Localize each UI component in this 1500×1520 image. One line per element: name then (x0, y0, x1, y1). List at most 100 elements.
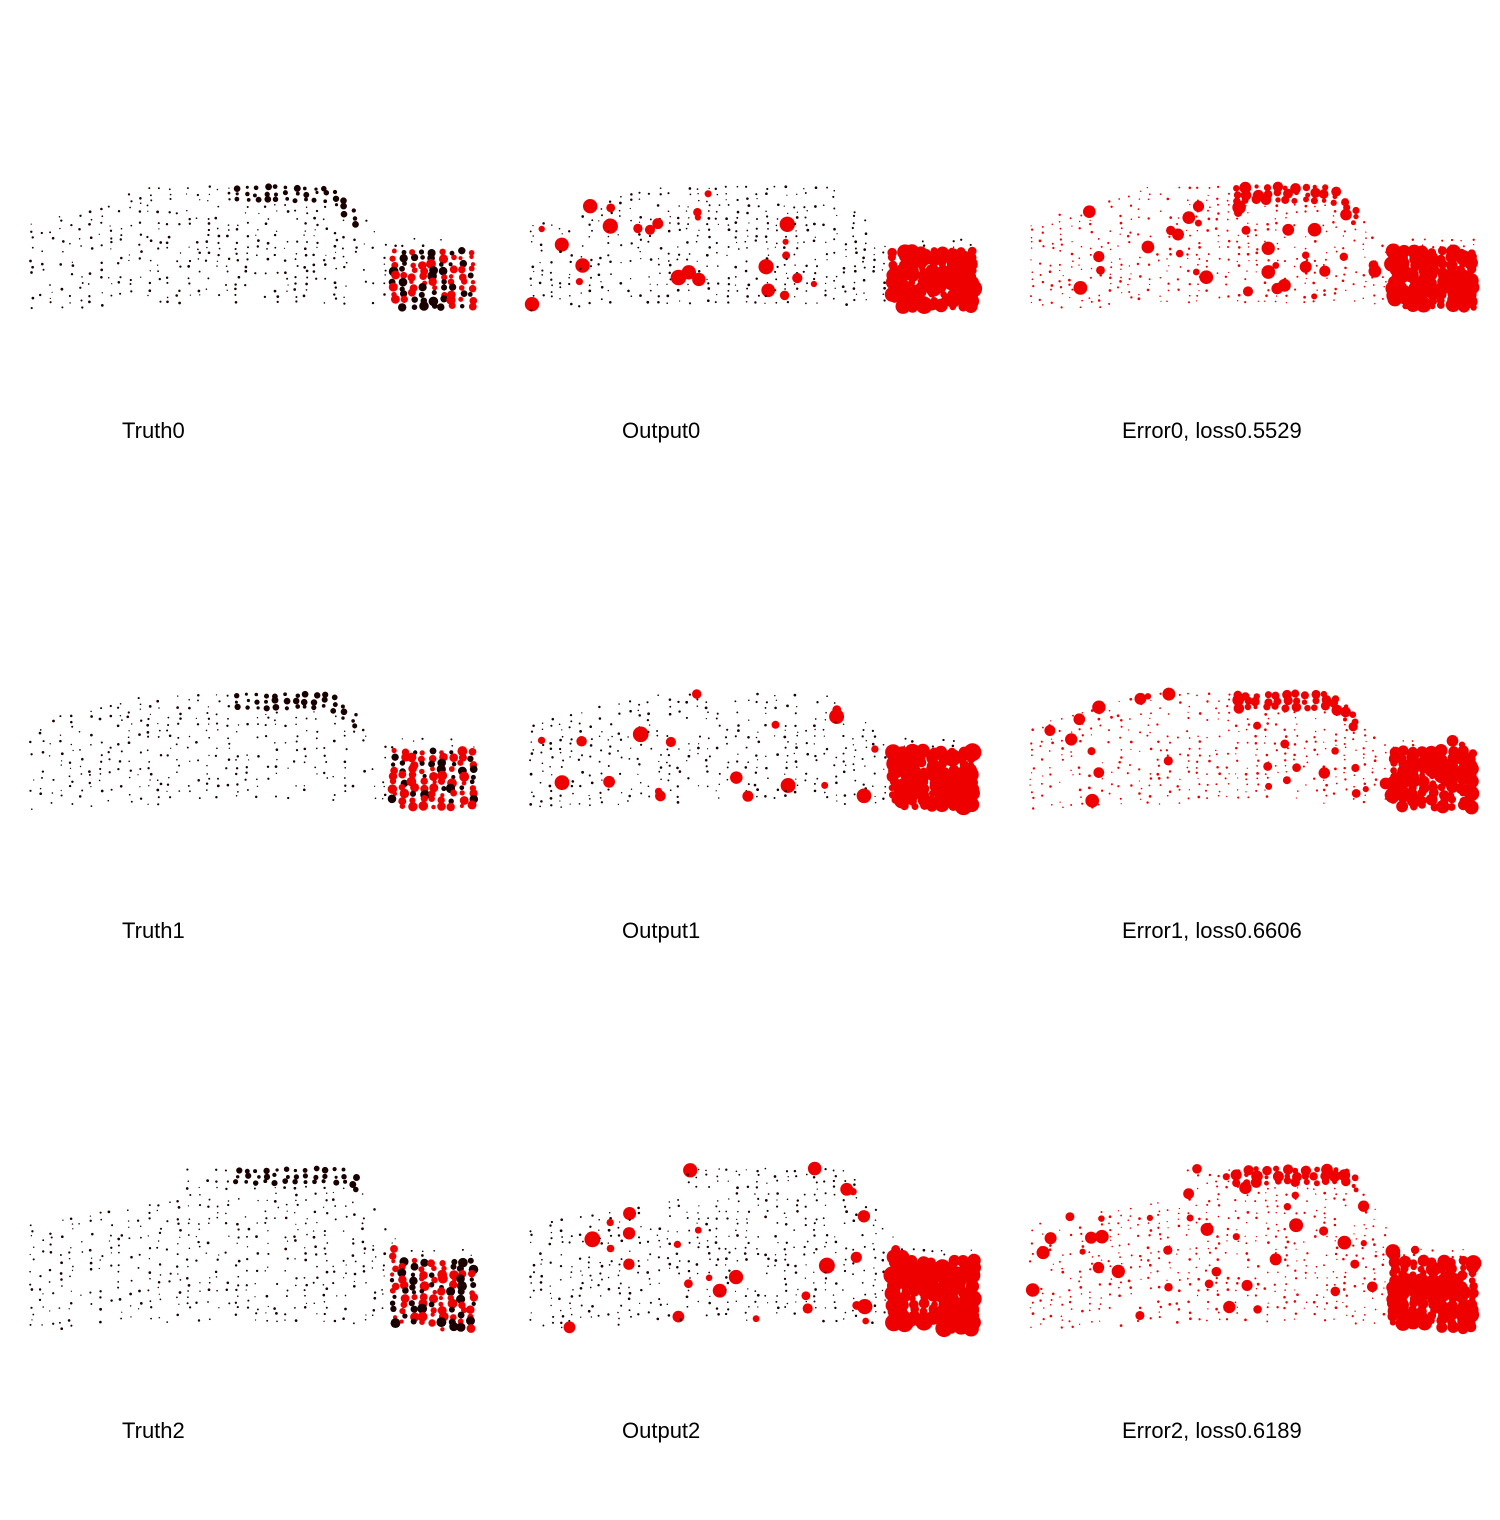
point-cloud-dot (156, 264, 159, 266)
point-cloud-dot (215, 1168, 218, 1171)
point-cloud-dot (861, 757, 864, 761)
point-cloud-dot (708, 1271, 711, 1274)
point-cloud-dot (725, 1257, 728, 1261)
point-cloud-dot (570, 1295, 574, 1298)
point-cloud-dot (1139, 190, 1142, 193)
point-cloud-dot (187, 1234, 190, 1236)
point-cloud-dot (1363, 753, 1365, 756)
point-cloud-dot (295, 749, 299, 752)
point-cloud-dot (107, 277, 110, 279)
point-cloud-dot (1204, 1279, 1214, 1289)
point-cloud-dot (216, 1258, 219, 1261)
point-cloud-dot (285, 197, 290, 201)
point-cloud-dot (1059, 1296, 1061, 1298)
point-cloud-dot (752, 1315, 760, 1323)
point-cloud-dot (1349, 711, 1357, 719)
point-cloud-dot (30, 753, 33, 756)
point-cloud-dot (80, 245, 82, 247)
point-cloud-dot (550, 1231, 553, 1234)
point-cloud-dot (1081, 299, 1083, 302)
point-cloud-dot (363, 769, 366, 773)
point-cloud-dot (1068, 1289, 1071, 1292)
point-cloud-dot (765, 755, 767, 758)
point-cloud-dot (854, 779, 857, 782)
point-cloud-dot (468, 265, 475, 272)
point-cloud-dot (884, 756, 887, 759)
point-cloud-dot (451, 254, 457, 261)
point-cloud-dot (255, 254, 258, 257)
point-cloud-dot (100, 754, 103, 757)
point-cloud-dot (1099, 306, 1102, 309)
point-cloud-dot (767, 228, 769, 230)
point-cloud-dot (689, 749, 691, 751)
point-cloud-dot (323, 1186, 326, 1190)
point-cloud-dot (797, 242, 799, 244)
point-cloud-dot (650, 747, 653, 750)
point-cloud-dot (1198, 258, 1201, 260)
point-cloud-dot (649, 1228, 652, 1231)
point-cloud-dot (652, 218, 664, 230)
point-cloud-dot (1434, 744, 1448, 757)
point-cloud-dot (569, 260, 572, 264)
point-cloud-dot (1206, 1288, 1209, 1292)
point-cloud-dot (254, 1282, 256, 1285)
point-cloud-dot (384, 269, 387, 272)
point-cloud-dot (258, 212, 260, 215)
point-cloud-dot (1217, 1242, 1221, 1245)
point-cloud-dot (1028, 1260, 1032, 1263)
point-cloud-dot (330, 708, 337, 714)
point-cloud-dot (313, 711, 315, 713)
point-cloud-dot (207, 717, 211, 720)
point-cloud-dot (705, 701, 708, 704)
point-cloud-dot (1157, 1300, 1160, 1303)
point-cloud-dot (88, 770, 91, 773)
point-cloud-dot (409, 279, 414, 284)
point-cloud-dot (1236, 1312, 1239, 1314)
point-cloud-dot (1129, 740, 1133, 744)
point-cloud-dot (835, 275, 838, 278)
point-cloud-dot (795, 230, 797, 232)
point-cloud-dot (785, 235, 787, 238)
point-cloud-dot (718, 1210, 721, 1213)
point-cloud-dot (1137, 233, 1140, 236)
point-cloud-dot (679, 1318, 682, 1322)
point-cloud-dot (717, 282, 720, 285)
point-cloud-dot (302, 294, 306, 298)
point-cloud-dot (1117, 245, 1119, 247)
point-cloud-dot (550, 789, 553, 793)
point-cloud-dot (747, 235, 749, 237)
point-cloud-dot (156, 779, 159, 782)
point-cloud-dot (1068, 283, 1071, 286)
point-cloud-dot (1080, 796, 1082, 798)
point-cloud-dot (912, 1248, 915, 1251)
point-cloud-dot (832, 1169, 835, 1172)
point-cloud-dot (1187, 711, 1189, 714)
point-cloud-dot (332, 798, 335, 802)
point-cloud-dot (1177, 1248, 1179, 1251)
point-cloud-dot (1186, 754, 1190, 757)
point-cloud-dot (459, 785, 465, 791)
point-cloud-dot (656, 204, 660, 207)
point-cloud-dot (1217, 1174, 1220, 1178)
point-cloud-dot (704, 706, 708, 710)
point-cloud-dot (824, 1271, 827, 1274)
point-cloud-dot (60, 1261, 63, 1265)
point-cloud-dot (1277, 1271, 1279, 1274)
point-cloud-dot (1098, 294, 1101, 297)
point-cloud-dot (753, 783, 757, 787)
point-cloud-dot (539, 805, 541, 808)
point-cloud-dot (314, 1253, 318, 1256)
point-cloud-dot (1150, 712, 1152, 715)
point-cloud-dot (685, 1295, 689, 1299)
point-cloud-dot (321, 696, 328, 703)
point-cloud-dot (841, 285, 845, 289)
point-cloud-dot (1176, 785, 1179, 788)
point-cloud-dot (284, 271, 287, 275)
point-cloud-dot (323, 1301, 326, 1303)
point-cloud-dot (872, 1284, 875, 1287)
point-cloud-dot (1031, 1252, 1034, 1255)
point-cloud-dot (1110, 715, 1113, 719)
point-cloud-dot (688, 302, 692, 305)
point-cloud-dot (1246, 767, 1248, 769)
point-cloud-dot (795, 743, 797, 745)
